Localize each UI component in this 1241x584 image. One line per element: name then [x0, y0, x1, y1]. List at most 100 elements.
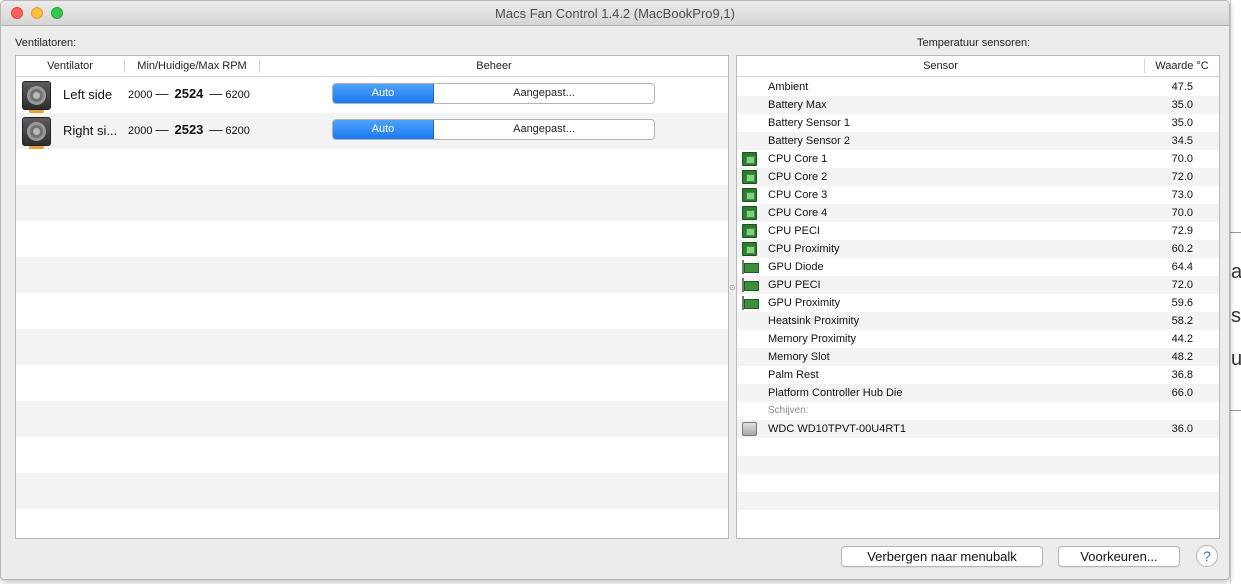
sensor-value: 35.0: [1171, 99, 1193, 111]
help-button[interactable]: ?: [1196, 545, 1218, 567]
sensor-value: 70.0: [1171, 153, 1193, 165]
sensor-row[interactable]: Battery Sensor 2 34.5: [737, 132, 1219, 150]
sensor-row[interactable]: GPU PECI 72.0: [737, 276, 1219, 294]
sensor-name: CPU Core 1: [768, 153, 828, 165]
sensor-name: CPU Core 3: [768, 189, 828, 201]
background-window: [1230, 0, 1241, 584]
sensor-value: 36.0: [1171, 423, 1193, 435]
sensor-name: CPU PECI: [768, 225, 820, 237]
column-header-control[interactable]: Beheer: [260, 56, 728, 76]
sensor-row[interactable]: GPU Diode 64.4: [737, 258, 1219, 276]
table-row-stripe: [16, 329, 728, 365]
gpu-card-icon: [742, 278, 759, 292]
sensors-table-header: Sensor Waarde °C: [737, 56, 1219, 77]
empty-row: [737, 456, 1219, 474]
sensor-name: WDC WD10TPVT-00U4RT1: [768, 423, 906, 435]
background-text-1: ar: [1231, 261, 1241, 283]
window-title: Macs Fan Control 1.4.2 (MacBookPro9,1): [495, 6, 735, 21]
background-divider: [1230, 232, 1241, 233]
sensor-row[interactable]: Heatsink Proximity 58.2: [737, 312, 1219, 330]
fan-rpm: 2000—2524—6200: [128, 86, 250, 101]
sensor-group-header: Schijven:: [737, 402, 1219, 420]
sensor-value: 72.0: [1171, 279, 1193, 291]
sensor-row[interactable]: Battery Max 35.0: [737, 96, 1219, 114]
cpu-chip-icon: [742, 224, 757, 238]
sensor-row[interactable]: Palm Rest 36.8: [737, 366, 1219, 384]
split-view-divider-handle[interactable]: ⊙: [729, 283, 736, 292]
rpm-separator: —: [155, 86, 169, 101]
gpu-card-icon: [742, 260, 759, 274]
fan-name: Left side: [63, 87, 113, 102]
sensor-row[interactable]: CPU Core 1 70.0: [737, 150, 1219, 168]
sensor-row[interactable]: Memory Slot 48.2: [737, 348, 1219, 366]
sensor-row[interactable]: GPU Proximity 59.6: [737, 294, 1219, 312]
column-header-value[interactable]: Waarde °C: [1145, 56, 1219, 76]
rpm-separator: —: [155, 122, 169, 137]
fan-rpm-current: 2523: [174, 122, 204, 137]
sensor-row[interactable]: Memory Proximity 44.2: [737, 330, 1219, 348]
sensor-name: Platform Controller Hub Die: [768, 387, 903, 399]
sensor-name: Memory Proximity: [768, 333, 857, 345]
sensor-row[interactable]: CPU Core 4 70.0: [737, 204, 1219, 222]
sensor-name: CPU Core 4: [768, 207, 828, 219]
hide-to-menubar-button[interactable]: Verbergen naar menubalk: [841, 546, 1043, 567]
column-header-fan[interactable]: Ventilator: [16, 56, 124, 76]
empty-row: [737, 438, 1219, 456]
sensor-name: GPU Diode: [768, 261, 824, 273]
sensor-row[interactable]: WDC WD10TPVT-00U4RT1 36.0: [737, 420, 1219, 438]
sensor-row[interactable]: CPU Core 2 72.0: [737, 168, 1219, 186]
empty-row: [737, 510, 1219, 528]
cpu-chip-icon: [742, 206, 757, 220]
sensor-name: Memory Slot: [768, 351, 830, 363]
rpm-separator: —: [209, 86, 223, 101]
sensor-value: 59.6: [1171, 297, 1193, 309]
fan-control-segmented: Auto Aangepast...: [332, 83, 655, 104]
sensor-row[interactable]: Platform Controller Hub Die 66.0: [737, 384, 1219, 402]
sensor-row[interactable]: Battery Sensor 1 35.0: [737, 114, 1219, 132]
sensor-value: 58.2: [1171, 315, 1193, 327]
sensor-value: 48.2: [1171, 351, 1193, 363]
sensor-name: Palm Rest: [768, 369, 819, 381]
sensor-row[interactable]: Ambient 47.5: [737, 78, 1219, 96]
fan-rpm-min: 2000: [128, 125, 153, 137]
fan-row-right[interactable]: Right si... 2000—2523—6200 Auto Aangepas…: [16, 113, 728, 149]
sensors-table: Sensor Waarde °C Ambient 47.5 Battery Max 3…: [736, 55, 1220, 539]
title-bar[interactable]: Macs Fan Control 1.4.2 (MacBookPro9,1): [1, 1, 1229, 26]
app-window: Macs Fan Control 1.4.2 (MacBookPro9,1) V…: [0, 0, 1230, 580]
rpm-separator: —: [209, 122, 223, 137]
custom-button[interactable]: Aangepast...: [434, 84, 654, 103]
sensor-value: 72.0: [1171, 171, 1193, 183]
custom-button[interactable]: Aangepast...: [434, 120, 654, 139]
sensor-value: 66.0: [1171, 387, 1193, 399]
fan-rpm-max: 6200: [225, 89, 250, 101]
sensor-name: Heatsink Proximity: [768, 315, 860, 327]
fans-table: Ventilator Min/Huidige/Max RPM Beheer Le…: [15, 55, 729, 539]
preferences-button[interactable]: Voorkeuren...: [1058, 546, 1180, 567]
fans-table-header: Ventilator Min/Huidige/Max RPM Beheer: [16, 56, 728, 77]
fan-row-left[interactable]: Left side 2000—2524—6200 Auto Aangepast.…: [16, 77, 728, 113]
auto-button[interactable]: Auto: [333, 120, 434, 139]
background-divider: [1230, 410, 1241, 411]
fan-rpm-max: 6200: [225, 125, 250, 137]
sensor-value: 34.5: [1171, 135, 1193, 147]
sensor-row[interactable]: CPU Proximity 60.2: [737, 240, 1219, 258]
table-row-stripe: [16, 473, 728, 509]
sensor-name: Ambient: [768, 81, 809, 93]
sensor-row[interactable]: CPU PECI 72.9: [737, 222, 1219, 240]
sensor-value: 70.0: [1171, 207, 1193, 219]
sensor-value: 60.2: [1171, 243, 1193, 255]
fan-rpm-current: 2524: [174, 86, 204, 101]
sensor-row[interactable]: CPU Core 3 73.0: [737, 186, 1219, 204]
column-header-sensor[interactable]: Sensor: [737, 56, 1144, 76]
cpu-chip-icon: [742, 242, 757, 256]
sensor-name: Battery Sensor 1: [768, 117, 850, 129]
empty-row: [737, 492, 1219, 510]
hard-disk-icon: [742, 422, 757, 436]
table-row-stripe: [16, 257, 728, 293]
column-header-rpm[interactable]: Min/Huidige/Max RPM: [125, 56, 259, 76]
background-text-2: si: [1231, 305, 1241, 327]
cpu-chip-icon: [742, 152, 757, 166]
auto-button[interactable]: Auto: [333, 84, 434, 103]
sensor-name: GPU PECI: [768, 279, 821, 291]
fan-rpm: 2000—2523—6200: [128, 122, 250, 137]
